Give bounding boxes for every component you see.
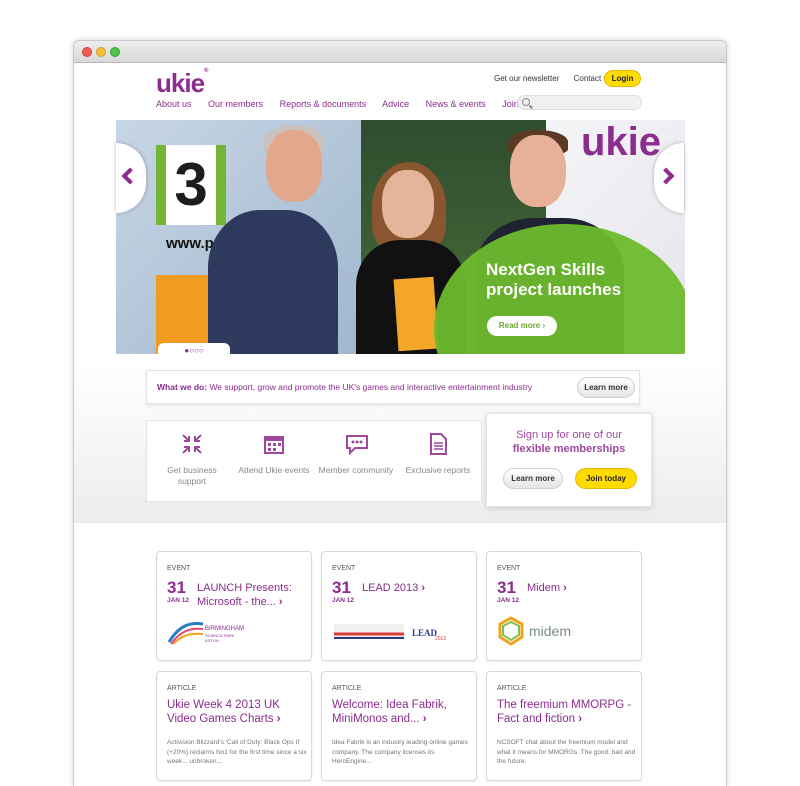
search-input[interactable] [517, 95, 642, 110]
card-kind: EVENT [332, 565, 356, 572]
hero-headline: NextGen Skills project launches [486, 260, 622, 299]
nav-advice[interactable]: Advice [382, 99, 409, 109]
ukie-logo[interactable]: ukie® [156, 68, 209, 99]
chevron-right-icon [657, 167, 675, 185]
what-we-do-bar: What we do: We support, grow and promote… [146, 370, 640, 404]
browser-window: ukie® Get our newsletter Contact us Logi… [73, 40, 727, 786]
nav-about-us[interactable]: About us [156, 99, 192, 109]
webpage: ukie® Get our newsletter Contact us Logi… [74, 63, 726, 786]
article-card[interactable]: ARTICLE Welcome: Idea Fabrik, MiniMonos … [321, 671, 477, 781]
article-card[interactable]: ARTICLE Ukie Week 4 2013 UK Video Games … [156, 671, 312, 781]
newsletter-link[interactable]: Get our newsletter [494, 74, 559, 83]
carousel-dots[interactable]: ●○○○ [158, 343, 230, 361]
feature-label: Exclusive reports [405, 465, 471, 475]
document-icon [427, 433, 449, 455]
hero-carousel: 3 www.pe ukie NextGen Skills project lau… [116, 120, 685, 354]
event-card[interactable]: EVENT 31 JAN 12 LAUNCH Presents: Microso… [156, 551, 312, 661]
event-card[interactable]: EVENT 31 JAN 12 LEAD 2013 › LEAD 2013 [321, 551, 477, 661]
feature-community[interactable]: Member community [316, 433, 396, 476]
article-title[interactable]: The freemium MMORPG - Fact and fiction › [497, 698, 637, 726]
article-card[interactable]: ARTICLE The freemium MMORPG - Fact and f… [486, 671, 642, 781]
feature-reports[interactable]: Exclusive reports [398, 433, 478, 476]
event-day: 31 [497, 578, 516, 597]
feature-events[interactable]: Attend Ukie events [234, 433, 314, 476]
feature-label: Get business support [167, 465, 217, 486]
event-title[interactable]: LEAD 2013 › [362, 581, 474, 595]
search-icon [522, 98, 530, 106]
nav-reports[interactable]: Reports & documents [280, 99, 367, 109]
event-month: JAN 12 [167, 597, 190, 604]
login-button[interactable]: Login [604, 70, 641, 87]
person-middle-face [382, 170, 434, 238]
article-excerpt: NCSOFT chat about the freemium model and… [497, 739, 636, 765]
nav-our-members[interactable]: Our members [208, 99, 263, 109]
card-kind: EVENT [497, 565, 521, 572]
card-kind: ARTICLE [332, 685, 362, 692]
chat-bubble-icon [345, 433, 368, 456]
main-nav: About us Our members Reports & documents… [156, 99, 553, 109]
birmingham-science-park-logo: BIRMINGHAM SCIENCE PARK ASTON [167, 616, 257, 646]
event-title[interactable]: LAUNCH Presents: Microsoft - the... › [197, 581, 309, 609]
event-day: 31 [167, 578, 186, 597]
calendar-icon [263, 433, 285, 455]
article-title[interactable]: Ukie Week 4 2013 UK Video Games Charts › [167, 698, 307, 726]
what-we-do-text: What we do: We support, grow and promote… [157, 382, 533, 392]
svg-text:2013: 2013 [435, 636, 446, 642]
article-excerpt: Activision Blizzard's 'Call of Duty: Bla… [167, 739, 307, 765]
svg-text:midem: midem [529, 623, 571, 639]
svg-text:LEAD: LEAD [412, 628, 438, 638]
card-kind: ARTICLE [497, 685, 527, 692]
join-today-button[interactable]: Join today [575, 468, 637, 489]
person-right-face [510, 135, 566, 207]
lead-2013-logo: LEAD 2013 [332, 616, 452, 646]
signup-panel: Sign up for one of our flexible membershi… [486, 413, 652, 507]
signup-heading: Sign up for one of our flexible membershi… [512, 429, 626, 455]
article-excerpt: Idea Fabrik is an industry leading onlin… [332, 739, 468, 765]
sign-three: 3 [156, 145, 226, 225]
event-day: 31 [332, 578, 351, 597]
person-left-face [266, 130, 322, 202]
event-month: JAN 12 [497, 597, 520, 604]
zoom-window-button[interactable] [110, 47, 120, 57]
feature-business-support[interactable]: Get business support [152, 433, 232, 487]
svg-text:BIRMINGHAM: BIRMINGHAM [205, 626, 244, 632]
chevron-left-icon [121, 167, 139, 185]
compress-arrows-icon [181, 433, 203, 455]
article-title[interactable]: Welcome: Idea Fabrik, MiniMonos and... › [332, 698, 472, 726]
event-month: JAN 12 [332, 597, 355, 604]
nav-news-events[interactable]: News & events [426, 99, 486, 109]
feature-label: Member community [318, 465, 394, 475]
window-titlebar [74, 41, 726, 63]
signup-learn-more-button[interactable]: Learn more [503, 468, 563, 489]
minimize-window-button[interactable] [96, 47, 106, 57]
features-panel: Get business support Attend Ukie events … [146, 420, 482, 502]
banner-ukie-logo: ukie [581, 120, 662, 164]
nextgen-flyer [393, 276, 439, 352]
card-kind: EVENT [167, 565, 191, 572]
close-window-button[interactable] [82, 47, 92, 57]
card-kind: ARTICLE [167, 685, 197, 692]
what-we-do-learn-more-button[interactable]: Learn more [577, 377, 635, 398]
midem-logo: midem [497, 616, 587, 646]
hero-read-more-button[interactable]: Read more › [487, 316, 557, 336]
svg-text:ASTON: ASTON [205, 638, 219, 643]
event-title[interactable]: Midem › [527, 581, 639, 595]
event-card[interactable]: EVENT 31 JAN 12 Midem › midem [486, 551, 642, 661]
feature-label: Attend Ukie events [238, 465, 310, 475]
person-left-body [208, 210, 338, 354]
